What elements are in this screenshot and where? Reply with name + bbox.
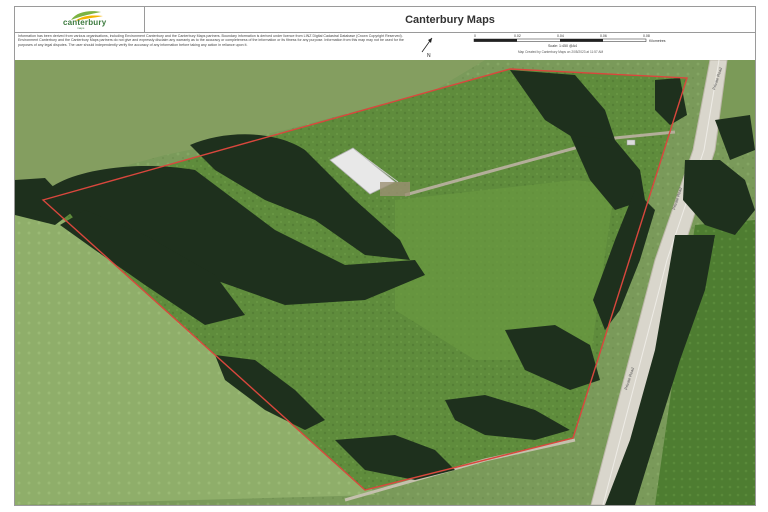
logo-text: canterbury <box>63 18 107 27</box>
map-frame: canterbury maps Canterbury Maps Informat… <box>14 6 756 506</box>
created-note: Map Created by Canterbury Maps on 2/05/2… <box>518 50 604 54</box>
page-title: Canterbury Maps <box>405 13 495 26</box>
disclaimer-text: Information has been derived from variou… <box>18 34 404 47</box>
header: canterbury maps Canterbury Maps <box>15 7 755 33</box>
north-arrow-icon: N <box>421 37 433 59</box>
scale-bar: 0 0.02 0.04 0.06 0.08 Kilometres Scale: … <box>444 32 755 60</box>
north-arrow: N <box>410 32 444 60</box>
scale-tick-0: 0 <box>474 34 476 38</box>
info-bar: Information has been derived from variou… <box>15 32 755 60</box>
scale-unit: Kilometres <box>649 39 666 43</box>
scale-bar-graphic: 0 0.02 0.04 0.06 0.08 Kilometres Scale: … <box>473 34 666 54</box>
logo: canterbury maps <box>15 7 145 32</box>
aerial-map[interactable]: Private Road Private Road Private Road <box>15 59 755 505</box>
scale-tick-2: 0.04 <box>557 34 564 38</box>
scale-tick-1: 0.02 <box>514 34 521 38</box>
scale-tick-3: 0.06 <box>600 34 607 38</box>
scale-tick-4: 0.08 <box>643 34 650 38</box>
north-label: N <box>427 53 431 59</box>
aerial-imagery[interactable]: Private Road Private Road Private Road <box>15 59 755 505</box>
logo-subtext: maps <box>77 26 85 30</box>
scale-ratio: Scale: 1:450 @A4 <box>548 44 577 48</box>
